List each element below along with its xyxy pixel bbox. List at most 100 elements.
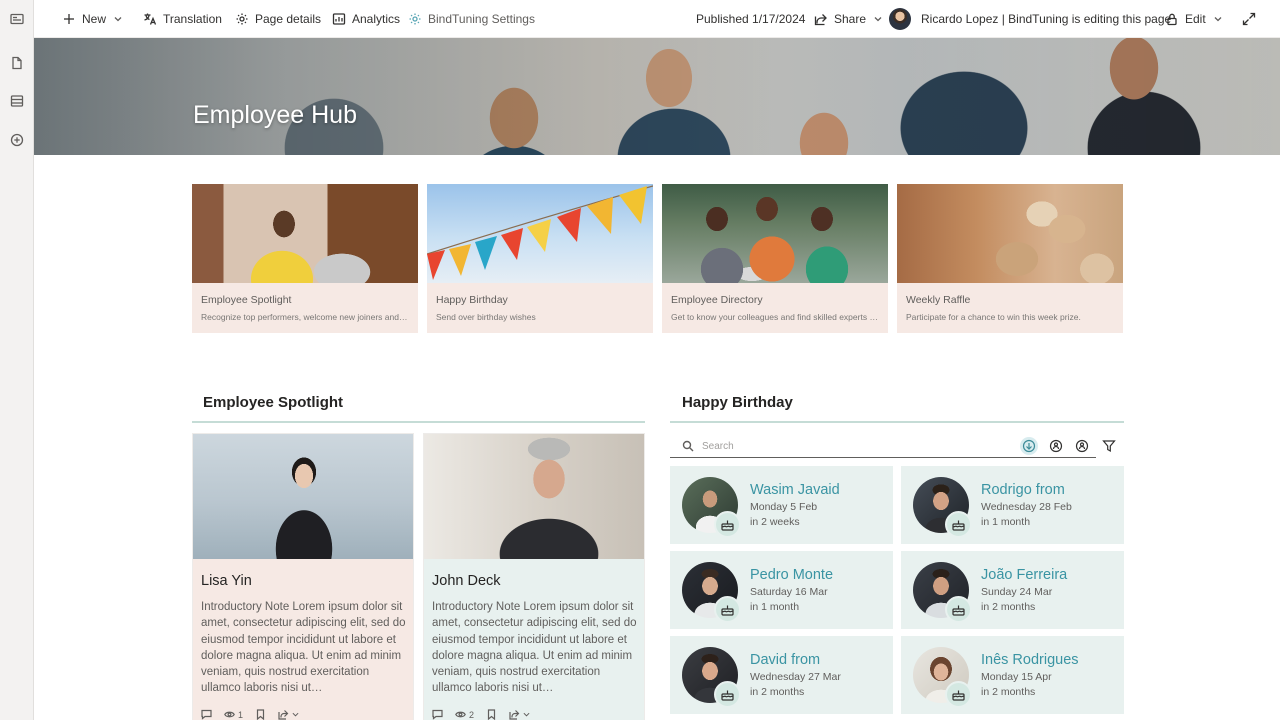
editing-label: Ricardo Lopez | BindTuning is editing th…: [921, 11, 1172, 26]
spotlight-card-lisa-yin[interactable]: Lisa Yin Introductory Note Lorem ipsum d…: [192, 433, 414, 720]
news-icon[interactable]: [7, 9, 27, 29]
share-button[interactable]: Share: [814, 0, 882, 38]
comment-icon: [432, 709, 443, 720]
sort-up-button[interactable]: [1047, 437, 1065, 455]
birthday-when: in 2 months: [981, 686, 1036, 698]
quick-link-description: Recognize top performers, welcome new jo…: [201, 312, 409, 322]
spotlight-photo: [424, 434, 644, 559]
cake-icon: [714, 681, 741, 708]
quick-link-image: [897, 184, 1123, 283]
translation-button[interactable]: Translation: [143, 0, 222, 38]
analytics-button[interactable]: Analytics: [332, 0, 400, 38]
birthday-name[interactable]: Rodrigo from: [981, 482, 1065, 498]
birthday-name[interactable]: Pedro Monte: [750, 567, 833, 583]
share-icon: [509, 710, 520, 720]
search-icon: [682, 440, 694, 452]
quick-link-description: Participate for a chance to win this wee…: [906, 312, 1081, 322]
sort-down-button[interactable]: [1073, 437, 1091, 455]
birthday-when: in 1 month: [981, 516, 1031, 528]
birthday-when: in 2 weeks: [750, 516, 800, 528]
chevron-down-icon: [1214, 16, 1222, 21]
cake-icon: [714, 596, 741, 623]
bookmark-icon: [487, 709, 496, 720]
birthday-card[interactable]: David from Wednesday 27 Mar in 2 months: [670, 636, 893, 714]
birthday-name[interactable]: Wasim Javaid: [750, 482, 840, 498]
search-input[interactable]: [702, 440, 1002, 452]
left-app-rail: [0, 0, 34, 720]
edit-label: Edit: [1185, 11, 1206, 26]
quick-link-image: [662, 184, 888, 283]
sort-upcoming-button[interactable]: [1020, 437, 1038, 455]
quick-link-title: Happy Birthday: [436, 294, 508, 306]
comment-icon: [201, 709, 212, 720]
share-menu-button[interactable]: [509, 709, 530, 720]
share-label: Share: [834, 11, 867, 26]
analytics-label: Analytics: [352, 11, 401, 26]
new-button[interactable]: New: [62, 0, 122, 38]
birthday-date: Monday 5 Feb: [750, 501, 818, 513]
birthday-card[interactable]: Inês Rodrigues Monday 15 Apr in 2 months: [901, 636, 1124, 714]
person-down-icon: [1075, 439, 1089, 453]
birthday-card[interactable]: Rodrigo from Wednesday 28 Feb in 1 month: [901, 466, 1124, 544]
quick-link-description: Get to know your colleagues and find ski…: [671, 312, 879, 322]
quick-link-employee-spotlight[interactable]: Employee Spotlight Recognize top perform…: [192, 184, 418, 333]
eye-icon: [224, 711, 235, 718]
chevron-down-icon: [523, 712, 530, 717]
translation-label: Translation: [163, 11, 222, 26]
birthday-date: Monday 15 Apr: [981, 671, 1052, 683]
page-icon[interactable]: [7, 53, 27, 73]
published-label: Published 1/17/2024: [696, 11, 806, 26]
bookmark-icon: [256, 709, 265, 720]
section-divider: [192, 421, 645, 423]
sharepoint-page: New Translation Page details Analytics B…: [0, 0, 1280, 720]
create-icon[interactable]: [7, 130, 27, 150]
save-button[interactable]: [255, 709, 266, 720]
expand-button[interactable]: [1242, 0, 1262, 38]
birthday-card[interactable]: Wasim Javaid Monday 5 Feb in 2 weeks: [670, 466, 893, 544]
list-icon[interactable]: [7, 91, 27, 111]
spotlight-section-title: Employee Spotlight: [203, 394, 344, 411]
quick-link-title: Employee Spotlight: [201, 294, 292, 306]
chevron-down-icon: [874, 16, 882, 21]
save-button[interactable]: [486, 709, 497, 720]
quick-link-happy-birthday[interactable]: Happy Birthday Send over birthday wishes: [427, 184, 653, 333]
page-details-label: Page details: [255, 11, 322, 26]
quick-link-image: [427, 184, 653, 283]
expand-icon: [1242, 12, 1256, 25]
share-menu-button[interactable]: [278, 709, 299, 720]
birthday-when: in 2 months: [750, 686, 805, 698]
views-label: 2: [469, 709, 475, 720]
quick-link-weekly-raffle[interactable]: Weekly Raffle Participate for a chance t…: [897, 184, 1123, 333]
edit-button[interactable]: Edit: [1165, 0, 1222, 38]
filter-icon: [1102, 440, 1116, 453]
quick-link-title: Employee Directory: [671, 294, 763, 306]
birthday-card[interactable]: Pedro Monte Saturday 16 Mar in 1 month: [670, 551, 893, 629]
gear-icon: [409, 13, 421, 24]
spotlight-text: Introductory Note Lorem ipsum dolor sit …: [432, 601, 637, 695]
share-icon: [814, 13, 827, 25]
bunting-flags: [427, 185, 653, 280]
editing-status: Ricardo Lopez | BindTuning is editing th…: [889, 0, 1171, 38]
views-label: 1: [238, 709, 244, 720]
spotlight-actions: 1: [201, 709, 305, 720]
spotlight-card-john-deck[interactable]: John Deck Introductory Note Lorem ipsum …: [423, 433, 645, 720]
comment-button[interactable]: [201, 709, 212, 720]
person-up-icon: [1049, 439, 1063, 453]
spotlight-text: Introductory Note Lorem ipsum dolor sit …: [201, 601, 406, 695]
birthday-name[interactable]: João Ferreira: [981, 567, 1067, 583]
chevron-down-icon: [292, 712, 299, 717]
quick-link-image: [192, 184, 418, 283]
lock-icon: [1167, 13, 1177, 25]
filter-button[interactable]: [1100, 437, 1118, 455]
birthday-card[interactable]: João Ferreira Sunday 24 Mar in 2 months: [901, 551, 1124, 629]
birthday-name[interactable]: David from: [750, 652, 820, 668]
avatar[interactable]: [889, 7, 911, 30]
spotlight-photo: [193, 434, 413, 559]
cake-icon: [714, 511, 741, 538]
comment-button[interactable]: [432, 709, 443, 720]
page-details-button[interactable]: Page details: [235, 0, 321, 38]
quick-link-employee-directory[interactable]: Employee Directory Get to know your coll…: [662, 184, 888, 333]
bindtuning-settings-button[interactable]: BindTuning Settings: [408, 0, 535, 38]
new-label: New: [82, 11, 107, 26]
birthday-name[interactable]: Inês Rodrigues: [981, 652, 1079, 668]
